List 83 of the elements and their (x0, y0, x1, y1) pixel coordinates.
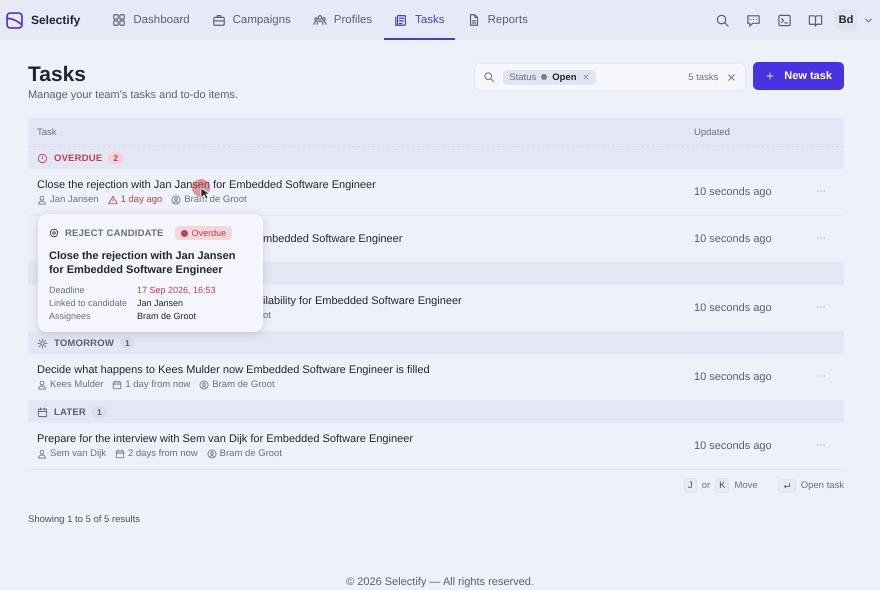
candidate-name: Sem van Dijk (50, 448, 106, 459)
page-subtitle: Manage your team's tasks and to-do items. (28, 89, 239, 101)
logo-icon (6, 12, 23, 28)
candidate-name: Kees Mulder (50, 379, 104, 390)
user-circle-icon (199, 380, 210, 390)
field-value: 17 Sep 2026, 16:53 (137, 285, 217, 295)
column-header: Updated (694, 126, 731, 138)
key-hint: J (684, 478, 697, 493)
assignee-name: Bram de Groot (212, 379, 275, 390)
sun-icon (37, 338, 48, 348)
page-title: Tasks (28, 62, 87, 88)
calendar-icon (114, 448, 125, 458)
footer-text: © 2026 Selectify — All rights reserved. (346, 576, 534, 588)
task-title[interactable]: mbedded Software Engineer (263, 233, 694, 245)
due-date: 2 days from now (114, 448, 198, 459)
group-label: TOMORROW (54, 338, 114, 348)
person-icon (37, 380, 47, 390)
task-title[interactable]: Close the rejection with Jan Jansen for Embedded Software Engineer (37, 179, 694, 191)
updated-time: 10 seconds ago (694, 371, 773, 383)
nav-tab[interactable]: Reports (456, 0, 538, 40)
avatar[interactable]: Bd (835, 9, 857, 31)
task-meta: ot (263, 310, 271, 321)
candidate-name: Jan Jansen (50, 194, 99, 205)
person-icon (37, 448, 47, 458)
nav-tab[interactable]: Tasks (384, 0, 455, 40)
user-circle-icon (171, 194, 182, 204)
group-count: 1 (92, 406, 107, 418)
group-count: 2 (108, 152, 124, 164)
group-label: OVERDUE (54, 152, 102, 164)
filter-chip[interactable]: Status Open (503, 70, 596, 84)
group-count: 1 (120, 337, 135, 349)
grid-icon (112, 13, 126, 27)
briefcase-icon (212, 13, 226, 27)
new-task-button[interactable]: New task (753, 62, 844, 90)
assignee-name: Bram de Groot (220, 448, 282, 459)
field-label: Assignees (49, 311, 92, 321)
task-title[interactable]: ilability for Embedded Software Engineer (263, 295, 694, 307)
field-label: Deadline (49, 285, 86, 295)
popover-title: Close the rejection with Jan Jansen for Embedded Software Engineer (49, 249, 236, 277)
task-type: REJECT CANDIDATE (65, 228, 164, 238)
updated-time: 10 seconds ago (694, 186, 773, 198)
clock-icon (37, 152, 48, 164)
person-icon (37, 194, 47, 204)
brand-name: Selectify (31, 13, 80, 27)
nav-tab[interactable]: Profiles (302, 0, 382, 40)
due-date: 1 day from now (112, 379, 190, 390)
chat-icon (746, 12, 761, 28)
due-date: 1 day ago (108, 194, 162, 205)
user-circle-icon (206, 448, 217, 458)
search-icon (483, 71, 496, 83)
search-icon (715, 12, 730, 28)
column-header: Task (36, 126, 58, 138)
task-count: 5 tasks (688, 72, 718, 82)
close-icon (726, 72, 738, 82)
updated-time: 10 seconds ago (694, 233, 773, 245)
field-label: Linked to candidate (49, 298, 128, 308)
updated-time: 10 seconds ago (694, 440, 773, 452)
task-title[interactable]: Prepare for the interview with Sem van Dijk for Embedded Software Engineer (37, 433, 694, 445)
hint-text: Move (734, 480, 758, 491)
search-field[interactable]: Status Open 5 tasks (474, 63, 746, 91)
nav-tab[interactable]: Campaigns (202, 0, 301, 40)
field-value: Jan Jansen (137, 298, 184, 308)
close-icon (582, 73, 590, 81)
people-icon (312, 13, 327, 27)
updated-time: 10 seconds ago (694, 302, 773, 314)
nav-tab[interactable]: Dashboard (102, 0, 200, 40)
key-hint: K (715, 478, 730, 493)
results-summary: Showing 1 to 5 of 5 results (28, 514, 141, 525)
calendar-icon (112, 380, 122, 390)
clipboard-icon (394, 13, 408, 27)
hint-text: or (702, 480, 710, 491)
status-badge: Overdue (174, 226, 232, 240)
enter-key-icon (782, 480, 792, 490)
hint-text: Open task (800, 480, 844, 491)
calendar-icon (37, 406, 48, 418)
plus-icon (765, 71, 776, 81)
terminal-icon (777, 12, 792, 28)
group-label: LATER (54, 406, 86, 418)
warning-icon (108, 194, 118, 204)
field-value: Bram de Groot (137, 311, 198, 321)
target-icon (49, 228, 59, 238)
task-title[interactable]: Decide what happens to Kees Mulder now Embedded Software Engineer is filled (37, 364, 694, 376)
book-icon (808, 12, 823, 28)
